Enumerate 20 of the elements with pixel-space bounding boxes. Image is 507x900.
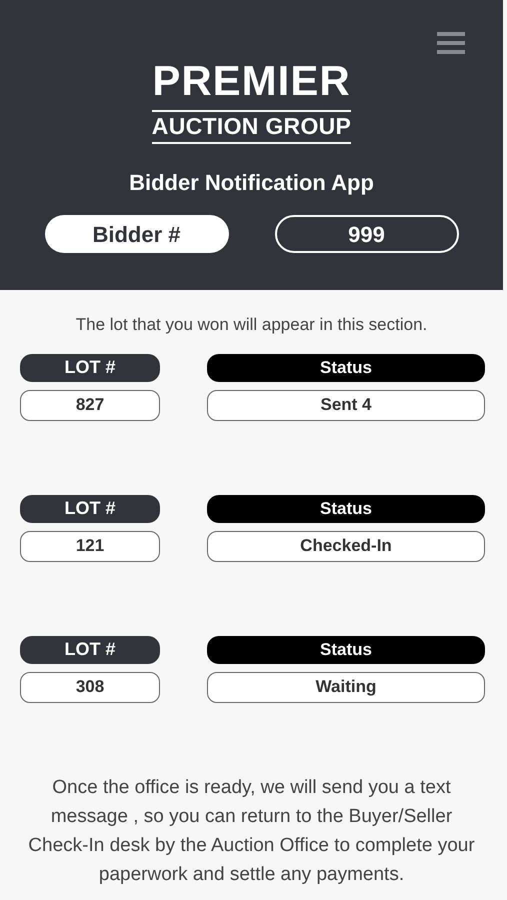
menu-icon[interactable]: [437, 32, 465, 54]
brand-title: PREMIER: [151, 60, 352, 102]
status-label: Status: [207, 636, 485, 664]
lot-number-field: 308: [20, 672, 160, 702]
status-label: Status: [207, 494, 485, 522]
lot-label: LOT #: [20, 354, 160, 382]
lot-number-field: 827: [20, 390, 160, 420]
status-field: Checked-In: [207, 530, 485, 562]
footer-note: Once the office is ready, we will send you a text message , so you can return to the Buyer/Seller Check-In desk by the Auction Office to complete your paperwork and settle any payments.: [27, 776, 476, 886]
lot-label: LOT #: [20, 494, 160, 522]
bidder-label: Bidder #: [44, 215, 228, 254]
status-label: Status: [207, 354, 485, 382]
bidder-number-field: 999: [274, 215, 458, 254]
status-field: Waiting: [207, 672, 485, 702]
app-title: Bidder Notification App: [128, 169, 375, 198]
brand-subtitle: AUCTION GROUP: [152, 110, 352, 144]
status-field: Sent 4: [207, 390, 485, 420]
intro-text: The lot that you won will appear in this section.: [74, 314, 428, 336]
lot-number-field: 121: [20, 530, 160, 562]
lot-label: LOT #: [20, 636, 160, 664]
